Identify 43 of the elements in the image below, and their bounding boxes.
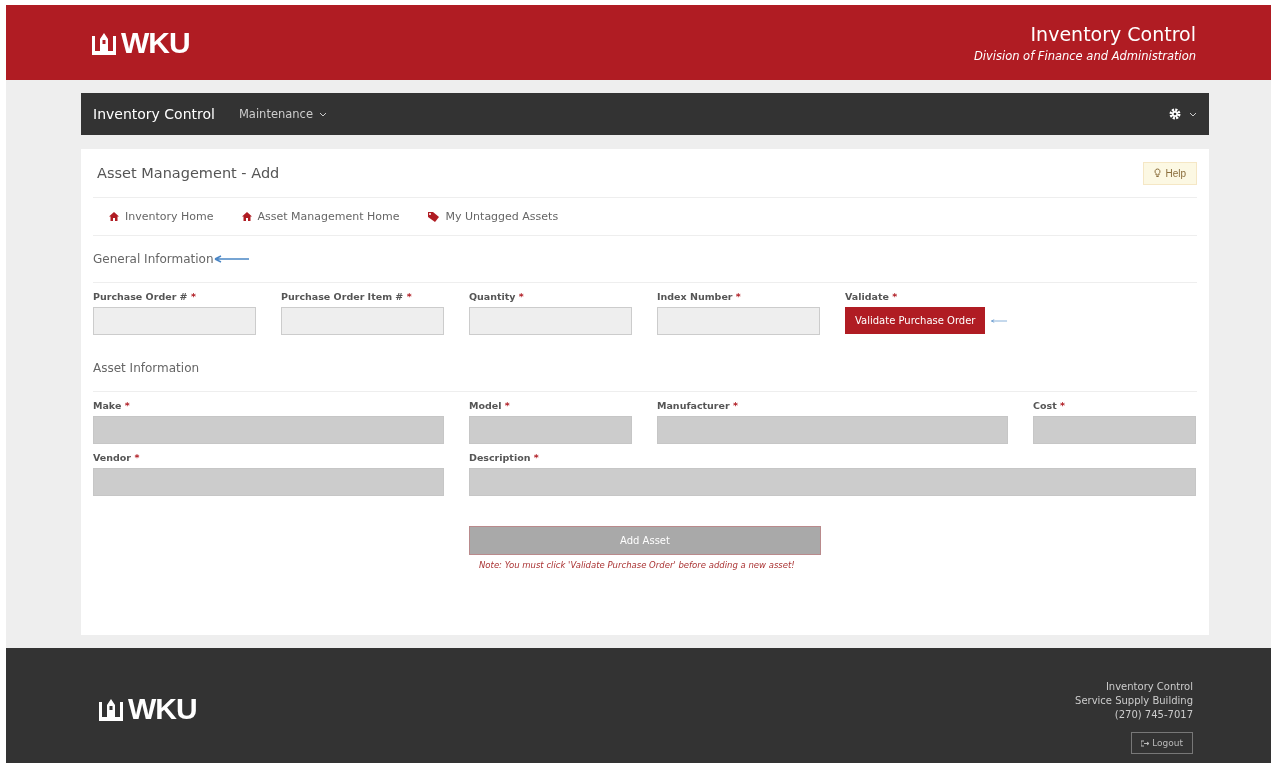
settings-icon bbox=[1169, 108, 1181, 120]
app-subtitle: Division of Finance and Administration bbox=[973, 48, 1196, 63]
field-label: Quantity * bbox=[469, 291, 525, 302]
app-title: Inventory Control bbox=[1029, 22, 1196, 45]
field-label: Make * bbox=[93, 400, 131, 411]
contact-line: Service Supply Building bbox=[1075, 694, 1193, 708]
input-field[interactable] bbox=[469, 307, 632, 335]
field-label: Vendor * bbox=[93, 452, 141, 463]
logo-text: WKU bbox=[121, 25, 190, 60]
chevron-icon bbox=[319, 111, 327, 117]
help-button[interactable]: Help bbox=[1143, 161, 1197, 185]
nav-link[interactable]: Inventory Home bbox=[109, 210, 214, 223]
tag-icon bbox=[427, 211, 440, 222]
contact-line: Inventory Control bbox=[1105, 680, 1193, 694]
section-heading: General Information bbox=[93, 252, 214, 266]
note-text: Note: You must click 'Validate Purchase Order' before adding a new asset! bbox=[478, 560, 795, 570]
contact-line: (270) 745-7017 bbox=[1114, 708, 1193, 722]
field-label: Manufacturer * bbox=[657, 400, 739, 411]
home-icon bbox=[109, 212, 119, 221]
field-label: Description * bbox=[469, 452, 540, 463]
chevron-icon bbox=[1189, 111, 1197, 117]
field-label: Validate * bbox=[845, 291, 899, 302]
logout-button[interactable]: Logout bbox=[1131, 732, 1193, 754]
input-field[interactable] bbox=[657, 307, 820, 335]
brand-link[interactable]: Inventory Control bbox=[93, 106, 215, 122]
input-field[interactable] bbox=[281, 307, 444, 335]
page-title: Asset Management - Add bbox=[97, 165, 280, 181]
lightbulb-icon bbox=[1154, 168, 1162, 178]
home-icon bbox=[241, 212, 252, 221]
field-label: Cost * bbox=[1033, 400, 1066, 411]
menu-dropdown[interactable]: Maintenance bbox=[238, 107, 327, 121]
validate-button[interactable]: Validate Purchase Order bbox=[845, 307, 986, 334]
field-label: Index Number * bbox=[657, 291, 742, 302]
input-field[interactable] bbox=[93, 307, 256, 335]
field-label: Purchase Order Item # * bbox=[281, 291, 413, 302]
field-label: Purchase Order # * bbox=[93, 291, 197, 302]
nav-link[interactable]: Asset Management Home bbox=[241, 210, 400, 223]
logo-text: WKU bbox=[128, 692, 197, 726]
section-heading: Asset Information bbox=[93, 361, 200, 375]
field-label: Model * bbox=[469, 400, 511, 411]
logout-icon bbox=[1141, 739, 1150, 747]
nav-link[interactable]: My Untagged Assets bbox=[427, 210, 559, 223]
settings-dropdown[interactable] bbox=[1169, 108, 1197, 120]
